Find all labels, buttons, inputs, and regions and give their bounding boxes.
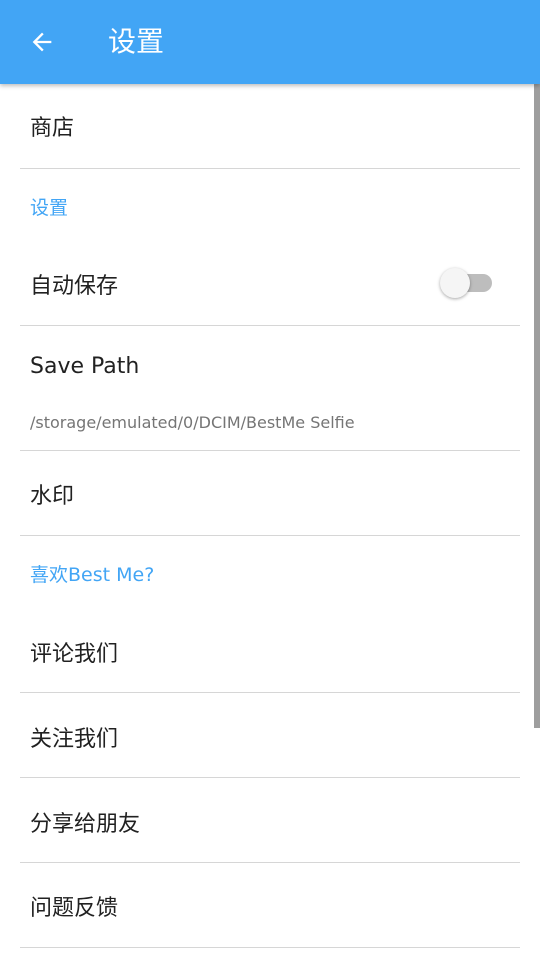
- section-header-like: 喜欢Best Me?: [30, 564, 155, 586]
- back-button[interactable]: [18, 18, 66, 66]
- auto-save-toggle[interactable]: [440, 268, 496, 298]
- follow-us-label: 关注我们: [30, 727, 119, 752]
- watermark-label: 水印: [30, 484, 75, 509]
- page-title: 设置: [108, 25, 165, 58]
- save-path-label: Save Path: [30, 354, 140, 379]
- save-path-value: /storage/emulated/0/DCIM/BestMe Selfie: [30, 413, 355, 432]
- feedback-item[interactable]: 问题反馈: [20, 863, 520, 947]
- watermark-item[interactable]: 水印: [20, 451, 520, 535]
- divider: [20, 947, 520, 948]
- share-friends-label: 分享给朋友: [30, 812, 141, 837]
- divider: [20, 535, 520, 536]
- divider: [20, 168, 520, 169]
- app-bar: 设置: [0, 0, 540, 84]
- scrollbar[interactable]: [534, 84, 540, 728]
- toggle-thumb: [440, 268, 470, 298]
- follow-us-item[interactable]: 关注我们: [20, 693, 520, 777]
- store-item[interactable]: 商店: [20, 84, 520, 168]
- section-header-settings: 设置: [30, 197, 69, 219]
- share-friends-item[interactable]: 分享给朋友: [20, 778, 520, 862]
- rate-us-label: 评论我们: [30, 642, 119, 667]
- rate-us-item[interactable]: 评论我们: [20, 608, 520, 692]
- feedback-label: 问题反馈: [30, 896, 119, 921]
- store-label: 商店: [30, 116, 75, 141]
- arrow-left-icon: [32, 32, 52, 52]
- auto-save-label: 自动保存: [30, 274, 119, 299]
